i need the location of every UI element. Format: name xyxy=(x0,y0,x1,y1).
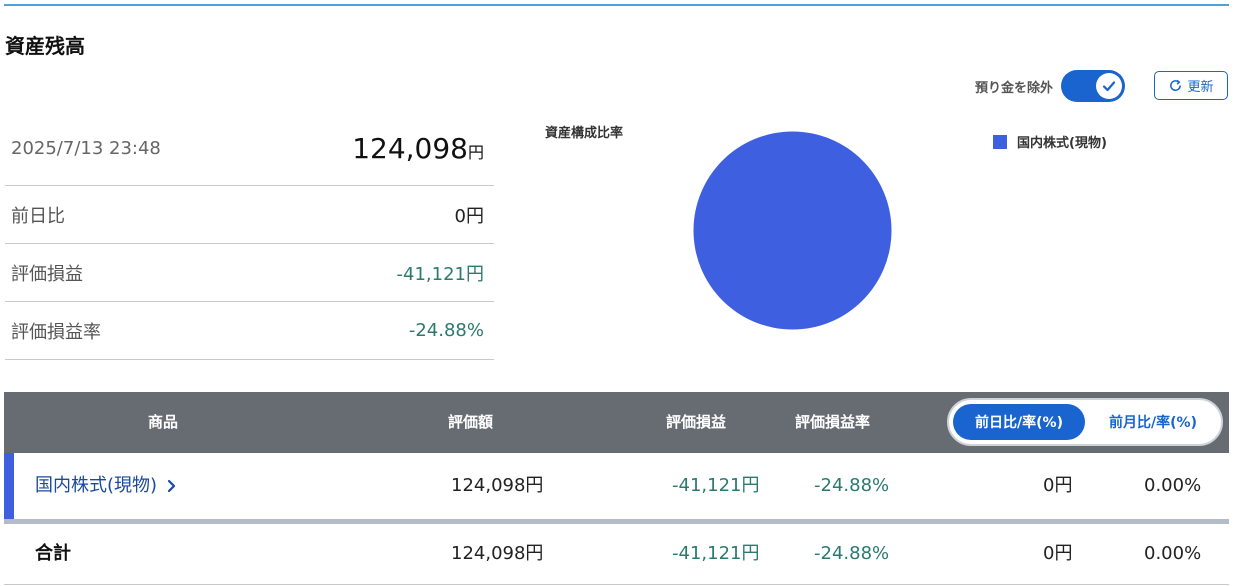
summary-row-pl: 評価損益 -41,121円 xyxy=(5,244,494,302)
row-valuation: 124,098円 xyxy=(451,475,544,496)
table-row: 国内株式(現物) 124,098円 -41,121円 -24.88% 0円 0.… xyxy=(4,453,1229,519)
refresh-label: 更新 xyxy=(1187,80,1214,95)
summary-row-label: 評価損益 xyxy=(11,263,83,285)
toggle-label: 預り金を除外 xyxy=(975,80,1054,96)
table-total-row: 合計 124,098円 -41,121円 -24.88% 0円 0.00% xyxy=(4,524,1229,585)
asset-composition-pie-chart xyxy=(693,131,892,330)
toggle-knob xyxy=(1096,73,1123,99)
header-pl: 評価損益 xyxy=(666,413,727,431)
row-change: 0円 xyxy=(1043,475,1073,496)
row-pl: -41,121円 xyxy=(672,475,760,496)
chart-legend: 国内株式(現物) xyxy=(993,132,1107,151)
total-valuation: 124,098円 xyxy=(451,543,544,564)
refresh-button[interactable]: 更新 xyxy=(1154,71,1228,100)
header-product: 商品 xyxy=(148,413,179,431)
summary-row-value: 0円 xyxy=(454,205,484,227)
summary-total: 124,098円 xyxy=(352,132,484,165)
header-valuation: 評価額 xyxy=(448,413,494,431)
product-name: 国内株式(現物) xyxy=(35,475,158,496)
summary-total-row: 2025/7/13 23:48 124,098円 xyxy=(5,111,494,186)
tab-day-change[interactable]: 前日比/率(%) xyxy=(953,404,1085,440)
page-title: 資産残高 xyxy=(5,34,85,58)
refresh-icon xyxy=(1170,79,1182,91)
exclude-deposit-toggle-group: 預り金を除外 xyxy=(975,70,1126,102)
summary-row-value: -41,121円 xyxy=(396,263,484,285)
total-unit: 円 xyxy=(467,142,484,162)
total-value: 124,098 xyxy=(352,131,468,165)
summary-row-day-change: 前日比 0円 xyxy=(5,186,494,244)
legend-label: 国内株式(現物) xyxy=(1017,136,1107,151)
category-color-bar xyxy=(4,453,14,519)
summary-datetime: 2025/7/13 23:48 xyxy=(11,137,161,159)
chart-title: 資産構成比率 xyxy=(545,126,624,141)
holdings-table-header: 商品 評価額 評価損益 評価損益率 前日比/率(%) 前月比/率(%) xyxy=(4,392,1229,453)
balance-summary: 2025/7/13 23:48 124,098円 前日比 0円 評価損益 -41… xyxy=(5,111,494,360)
summary-row-value: -24.88% xyxy=(408,320,484,341)
total-pl: -41,121円 xyxy=(672,543,760,564)
top-divider xyxy=(4,4,1229,6)
product-link[interactable]: 国内株式(現物) xyxy=(35,453,181,519)
summary-row-label: 評価損益率 xyxy=(11,321,101,343)
legend-swatch xyxy=(993,134,1007,149)
comparison-period-switch: 前日比/率(%) 前月比/率(%) xyxy=(947,398,1223,446)
header-pl-rate: 評価損益率 xyxy=(795,413,871,431)
check-icon xyxy=(1102,81,1116,92)
summary-row-pl-rate: 評価損益率 -24.88% xyxy=(5,302,494,360)
total-pl-rate: -24.88% xyxy=(814,543,890,564)
row-change-rate: 0.00% xyxy=(1144,475,1202,496)
total-label: 合計 xyxy=(35,543,71,564)
tab-month-change[interactable]: 前月比/率(%) xyxy=(1087,404,1219,440)
total-change: 0円 xyxy=(1043,543,1073,564)
total-change-rate: 0.00% xyxy=(1144,543,1202,564)
row-pl-rate: -24.88% xyxy=(814,475,890,496)
summary-row-label: 前日比 xyxy=(11,205,65,227)
chevron-right-icon xyxy=(167,479,176,493)
exclude-deposit-toggle[interactable] xyxy=(1061,70,1126,102)
pie-slice[interactable] xyxy=(693,131,892,330)
